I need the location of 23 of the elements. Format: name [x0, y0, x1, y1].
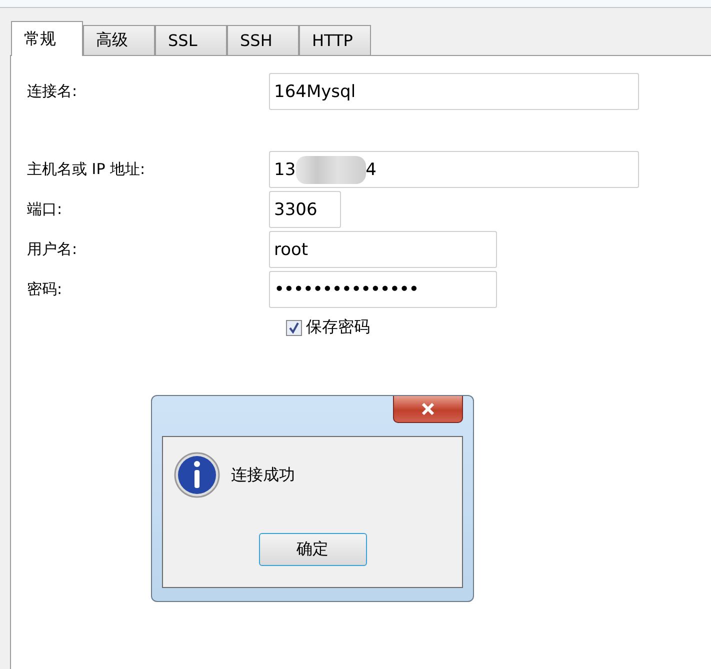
- input-field[interactable]: root: [269, 231, 497, 268]
- tab[interactable]: 高级: [83, 25, 155, 55]
- field-label: 端口:: [26, 200, 64, 219]
- dialog-message: 连接成功: [231, 464, 295, 486]
- field-label: 用户名:: [26, 240, 78, 259]
- input-field[interactable]: 3306: [269, 191, 341, 228]
- close-icon: [421, 403, 435, 415]
- field-label: 主机名或 IP 地址:: [26, 160, 146, 179]
- tab[interactable]: 常规: [11, 21, 83, 56]
- input-field[interactable]: 164Mysql: [269, 73, 639, 110]
- info-icon: [173, 451, 221, 499]
- field-label: 连接名:: [26, 82, 78, 101]
- checkbox-label[interactable]: 保存密码: [306, 317, 370, 338]
- checkbox[interactable]: [286, 320, 302, 336]
- input-field[interactable]: 13 4: [269, 151, 639, 188]
- input-field[interactable]: •••••••••••••••: [269, 271, 497, 308]
- ok-button[interactable]: 确定: [258, 533, 366, 566]
- blur-patch: [296, 156, 366, 184]
- tab[interactable]: SSL: [155, 25, 227, 55]
- field-label: 密码:: [26, 280, 64, 299]
- tab[interactable]: SSH: [227, 25, 299, 55]
- tab[interactable]: HTTP: [299, 25, 371, 55]
- close-button[interactable]: [393, 396, 463, 423]
